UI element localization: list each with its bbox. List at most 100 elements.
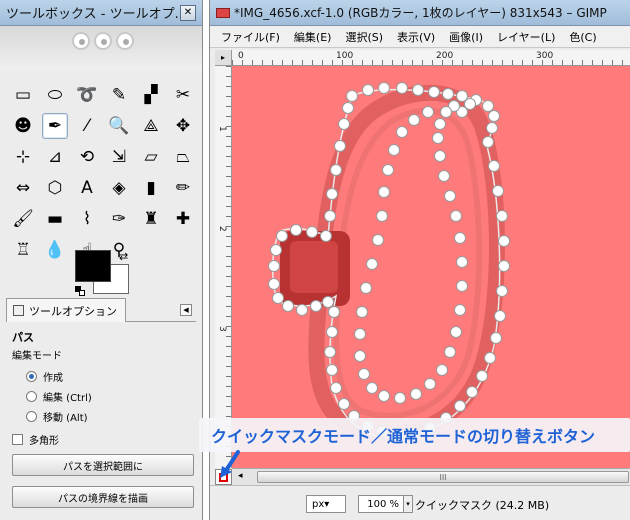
menu-file[interactable]: ファイル(F) [214,29,287,45]
path-anchor-point[interactable] [422,106,434,118]
path-anchor-point[interactable] [268,278,280,290]
tool-magnify-button[interactable]: 🔍 [106,113,132,139]
path-anchor-point[interactable] [444,346,456,358]
polygon-checkbox-row[interactable]: 多角形 [6,428,198,450]
tool-move-button[interactable]: ✥ [170,113,196,139]
path-anchor-point[interactable] [324,210,336,222]
path-anchor-point[interactable] [484,352,496,364]
path-anchor-point[interactable] [486,122,498,134]
path-anchor-point[interactable] [346,90,358,102]
tool-crop-button[interactable]: ⊿ [42,144,68,170]
path-anchor-point[interactable] [338,118,350,130]
tool-ink-button[interactable]: ✑ [106,206,132,232]
path-anchor-point[interactable] [338,398,350,410]
path-anchor-point[interactable] [464,98,476,110]
tool-pencil-button[interactable]: ✏ [170,175,196,201]
polygon-checkbox[interactable] [12,433,23,445]
vertical-ruler[interactable]: 1 2 3 [215,66,232,468]
scrollbar-thumb[interactable]: III [257,471,629,483]
swap-colors-icon[interactable]: ⇄ [119,250,128,263]
path-anchor-point[interactable] [434,150,446,162]
path-anchor-point[interactable] [408,114,420,126]
path-anchor-point[interactable] [450,326,462,338]
path-anchor-point[interactable] [496,285,508,297]
tool-free-select-button[interactable]: ➰ [74,82,100,108]
tab-tool-options[interactable]: ツールオプション [6,298,126,322]
image-window-titlebar[interactable]: *IMG_4656.xcf-1.0 (RGBカラー, 1枚のレイヤー) 831x… [210,0,630,26]
horizontal-ruler[interactable]: 0 100 200 300 [232,50,630,66]
radio-button[interactable] [26,390,37,402]
path-anchor-point[interactable] [496,210,508,222]
edit-mode-move-radio[interactable]: 移動 (Alt) [6,406,198,426]
tool-rect-select-button[interactable]: ▭ [10,82,36,108]
path-anchor-point[interactable] [276,230,288,242]
wilber-drop-area[interactable] [0,26,202,70]
toolbox-close-button[interactable]: ✕ [180,4,196,21]
edit-mode-edit-radio[interactable]: 編集 (Ctrl) [6,386,198,406]
path-anchor-point[interactable] [306,226,318,238]
foreground-color-swatch[interactable] [75,250,111,282]
path-anchor-point[interactable] [454,400,466,412]
path-anchor-point[interactable] [388,144,400,156]
tool-select-by-color-button[interactable]: ▞ [138,82,164,108]
path-anchor-point[interactable] [482,136,494,148]
path-anchor-point[interactable] [320,230,332,242]
path-anchor-point[interactable] [326,188,338,200]
tool-align-button[interactable]: ⊹ [10,144,36,170]
path-anchor-point[interactable] [378,82,390,94]
path-to-selection-button[interactable]: パスを選択範囲に [12,454,194,476]
tool-blur-sharpen-button[interactable]: 💧 [42,237,68,263]
tool-fuzzy-select-button[interactable]: ✎ [106,82,132,108]
tool-scale-button[interactable]: ⇲ [106,144,132,170]
path-anchor-point[interactable] [324,346,336,358]
path-anchor-point[interactable] [290,224,302,236]
menu-image[interactable]: 画像(I) [442,29,490,45]
zoom-input[interactable]: 100 % [358,495,404,513]
tool-scissors-select-button[interactable]: ✂ [170,82,196,108]
path-anchor-point[interactable] [450,210,462,222]
tool-perspective-button[interactable]: ⏢ [170,144,196,170]
path-anchor-point[interactable] [362,84,374,96]
path-anchor-point[interactable] [268,260,280,272]
path-anchor-point[interactable] [410,388,422,400]
tool-airbrush-button[interactable]: ⌇ [74,206,100,232]
menu-layer[interactable]: レイヤー(L) [490,29,562,45]
path-anchor-point[interactable] [438,170,450,182]
tool-foreground-select-button[interactable]: ☻ [10,113,36,139]
path-anchor-point[interactable] [476,370,488,382]
radio-button[interactable] [26,410,37,422]
tool-shear-button[interactable]: ▱ [138,144,164,170]
tab-menu-button[interactable]: ◀ [180,304,192,316]
menu-select[interactable]: 選択(S) [338,29,390,45]
path-anchor-point[interactable] [412,84,424,96]
path-anchor-point[interactable] [282,300,294,312]
path-anchor-point[interactable] [436,364,448,376]
path-anchor-point[interactable] [378,390,390,402]
tool-bucket-fill-button[interactable]: ◈ [106,175,132,201]
radio-button[interactable] [26,370,37,382]
path-anchor-point[interactable] [456,256,468,268]
path-anchor-point[interactable] [466,386,478,398]
default-colors-icon[interactable] [75,286,85,296]
path-anchor-point[interactable] [498,260,510,272]
horizontal-scrollbar[interactable]: ◂ III [232,468,630,485]
path-anchor-point[interactable] [482,100,494,112]
path-anchor-point[interactable] [428,86,440,98]
tool-ellipse-select-button[interactable]: ⬭ [42,82,68,108]
path-anchor-point[interactable] [342,102,354,114]
path-anchor-point[interactable] [424,378,436,390]
path-anchor-point[interactable] [490,332,502,344]
path-anchor-point[interactable] [270,244,282,256]
path-anchor-point[interactable] [366,258,378,270]
path-anchor-point[interactable] [494,310,506,322]
tool-color-picker-button[interactable]: ⁄ [74,113,100,139]
path-anchor-point[interactable] [326,364,338,376]
path-anchor-point[interactable] [330,164,342,176]
path-anchor-point[interactable] [360,282,372,294]
path-anchor-point[interactable] [330,382,342,394]
path-anchor-point[interactable] [366,382,378,394]
menu-edit[interactable]: 編集(E) [287,29,339,45]
path-anchor-point[interactable] [372,234,384,246]
zoom-dropdown-button[interactable]: ▾ [403,495,413,513]
path-anchor-point[interactable] [444,190,456,202]
